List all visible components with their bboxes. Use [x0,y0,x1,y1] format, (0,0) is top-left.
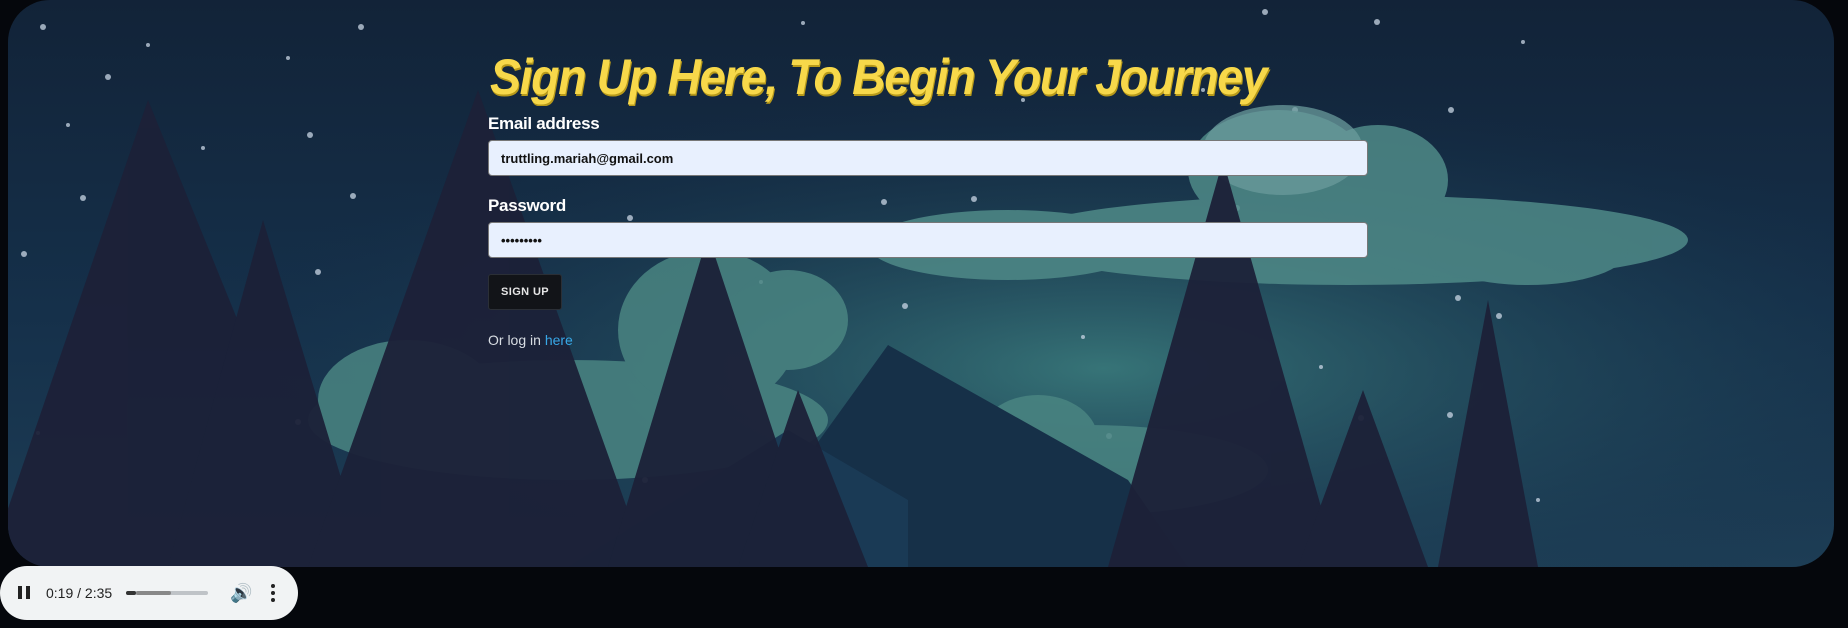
audio-player: 0:19 / 2:35 🔊 [0,566,298,620]
password-field[interactable] [488,222,1368,258]
login-link[interactable]: here [545,332,573,348]
password-label: Password [488,196,566,215]
background-scene: Sign Up Here, To Begin Your Journey Emai… [8,0,1834,567]
volume-icon[interactable]: 🔊 [230,583,252,604]
signup-form: Sign Up Here, To Begin Your Journey Emai… [488,48,1368,348]
more-vert-icon[interactable] [270,584,275,602]
login-prefix: Or log in [488,332,545,348]
buffered-bar [136,591,172,595]
login-prompt: Or log in here [488,332,1368,348]
page-title: Sign Up Here, To Begin Your Journey [490,49,1268,105]
email-field[interactable] [488,140,1368,176]
signup-button[interactable]: SIGN UP [488,274,563,310]
progress-fill [126,591,136,595]
player-time: 0:19 / 2:35 [46,585,113,601]
seek-bar[interactable] [126,591,209,595]
pause-icon[interactable] [18,586,32,600]
email-label: Email address [488,114,600,133]
